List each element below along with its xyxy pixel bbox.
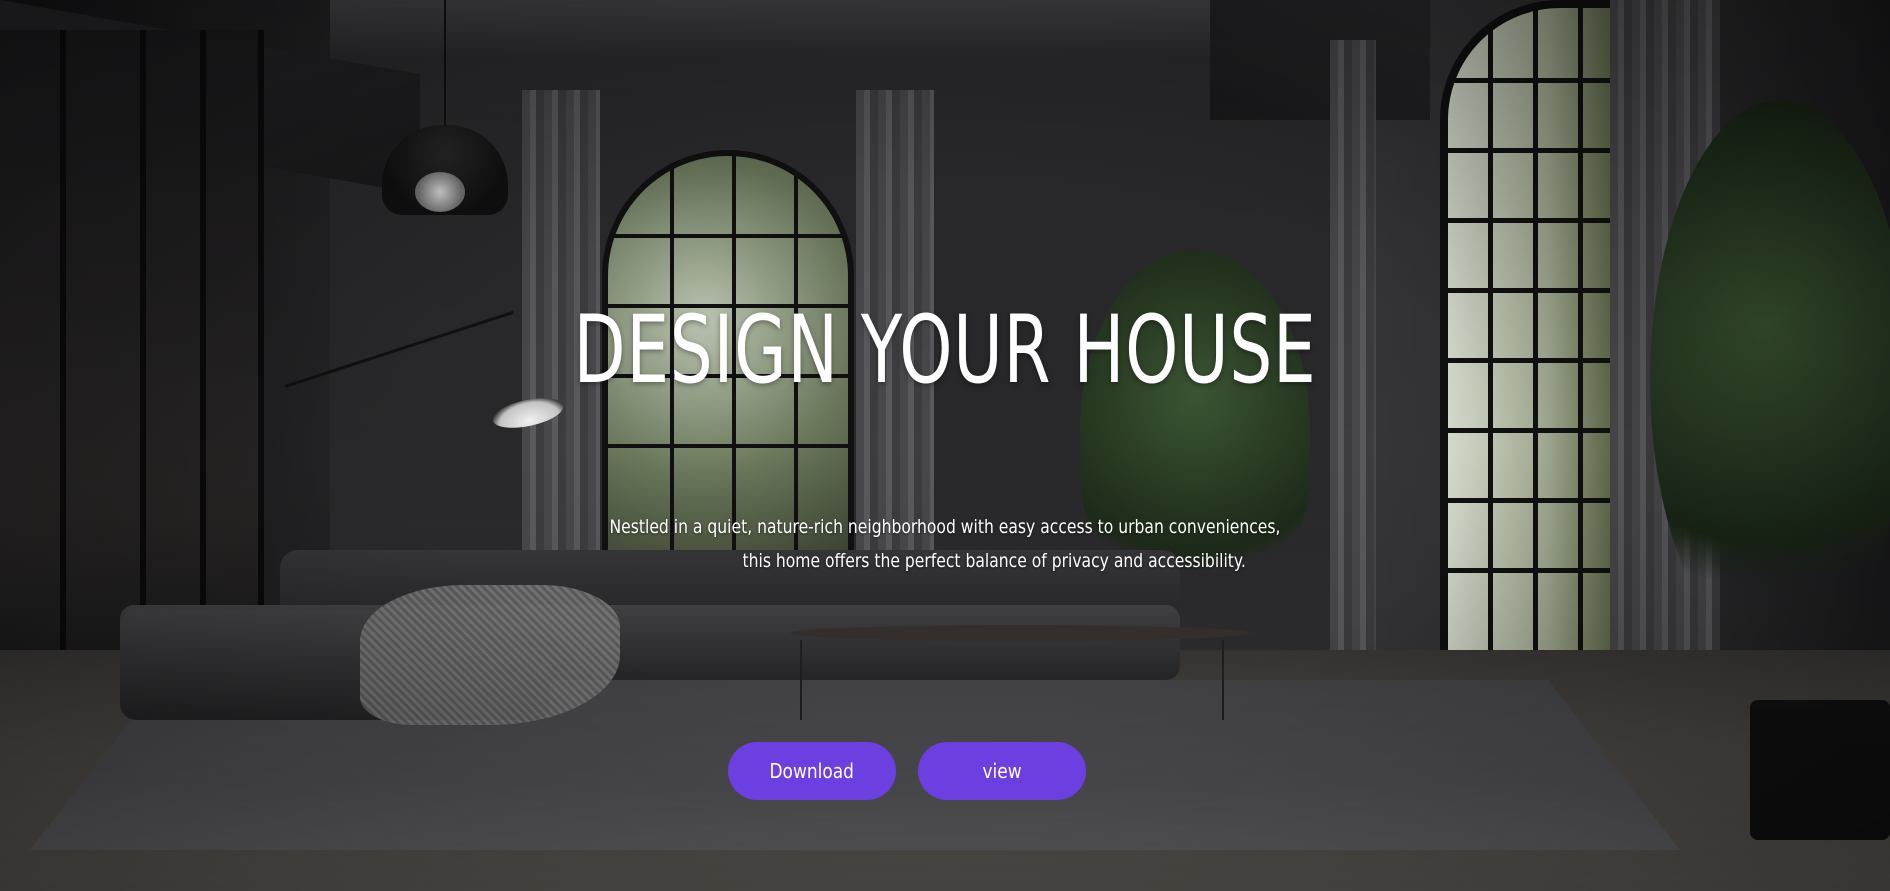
view-button-label: view (982, 759, 1022, 783)
download-button-label: Download (769, 759, 855, 783)
hero-description-line-1: Nestled in a quiet, nature-rich neighbor… (609, 516, 1281, 538)
download-button[interactable]: Download (728, 742, 896, 800)
hero-description: Nestled in a quiet, nature-rich neighbor… (170, 510, 1720, 578)
hero-headline: DESIGN YOUR HOUSE (573, 296, 1317, 405)
hero-description-line-2: this home offers the perfect balance of … (742, 550, 1246, 572)
view-button[interactable]: view (918, 742, 1086, 800)
hero-actions: Download view (728, 742, 1086, 800)
hero-section: DESIGN YOUR HOUSE Nestled in a quiet, na… (0, 0, 1890, 891)
